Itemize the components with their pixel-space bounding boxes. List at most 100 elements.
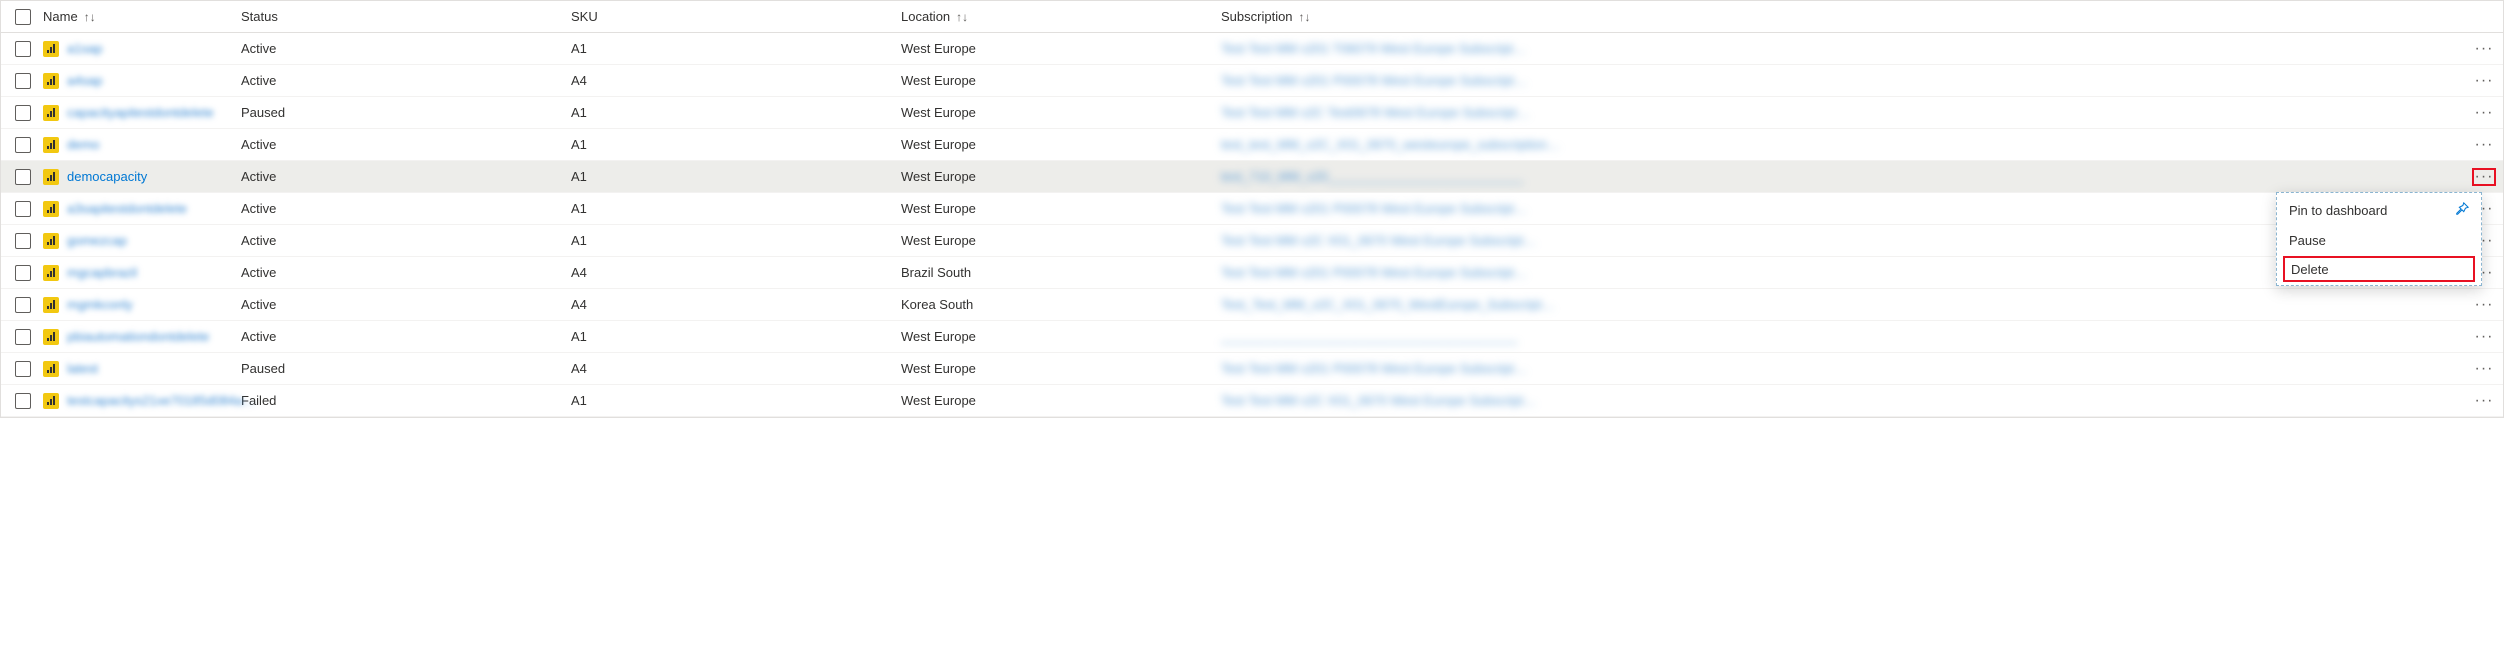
resource-name-link[interactable]: demo [67,137,100,152]
subscription-text: Test Test MM x201 P00078 West Europe Sub… [1221,73,1527,88]
row-status-cell: Active [241,41,571,56]
powerbi-resource-icon [43,265,59,281]
row-name-cell: pbiautomationdontdelete [41,329,241,345]
context-menu-delete[interactable]: Delete [2283,256,2475,282]
row-status-cell: Paused [241,361,571,376]
powerbi-resource-icon [43,137,59,153]
row-checkbox[interactable] [15,265,31,281]
resource-name-link[interactable]: gomezcap [67,233,127,248]
row-checkbox[interactable] [15,297,31,313]
table-row[interactable]: demoActiveA1West Europetest_test_MM_x2C_… [1,129,2503,161]
row-checkbox-cell [5,393,41,409]
row-checkbox[interactable] [15,361,31,377]
resource-name-link[interactable]: testcapacitys21xe70185d084a… [67,393,256,408]
row-actions-button[interactable]: ··· [2475,297,2494,313]
row-actions-button[interactable]: ··· [2475,393,2494,409]
table-row[interactable]: mgmkconlyActiveA4Korea SouthTest_Test_MM… [1,289,2503,321]
row-status-cell: Active [241,201,571,216]
powerbi-resource-icon [43,73,59,89]
subscription-text: Test Test MM x201 P00078 West Europe Sub… [1221,361,1527,376]
context-menu-pause[interactable]: Pause [2277,225,2481,255]
row-context-menu: Pin to dashboard Pause Delete [2276,192,2482,286]
row-status-cell: Active [241,329,571,344]
resource-name-link[interactable]: a1sap [67,41,102,56]
table-row[interactable]: mgcapbrazilActiveA4Brazil SouthTest Test… [1,257,2503,289]
row-status-cell: Active [241,73,571,88]
row-status-cell: Paused [241,105,571,120]
subscription-text: Test Test MM x2C X01_0670 West Europe Su… [1221,233,1536,248]
row-actions-button[interactable]: ··· [2475,329,2494,345]
row-status-cell: Failed [241,393,571,408]
row-name-cell: mgmkconly [41,297,241,313]
row-actions-button[interactable]: ··· [2475,105,2494,121]
table-row[interactable]: a3sapitestdontdeleteActiveA1West EuropeT… [1,193,2503,225]
column-header-location[interactable]: Location ↑↓ [901,9,1221,24]
row-checkbox[interactable] [15,233,31,249]
resource-name-link[interactable]: mgcapbrazil [67,265,137,280]
table-row[interactable]: a4sapActiveA4West EuropeTest Test MM x20… [1,65,2503,97]
subscription-text: Test Test MM x201 P00078 West Europe Sub… [1221,265,1527,280]
context-menu-pin-label: Pin to dashboard [2289,203,2387,218]
column-header-location-label: Location [901,9,950,24]
row-actions-cell: ··· [2469,169,2499,185]
table-row[interactable]: a1sapActiveA1West EuropeTest Test MM x20… [1,33,2503,65]
resource-name-link[interactable]: capacityapitestdontdelete [67,105,214,120]
table-row[interactable]: capacityapitestdontdeletePausedA1West Eu… [1,97,2503,129]
row-checkbox-cell [5,169,41,185]
table-row[interactable]: gomezcapActiveA1West EuropeTest Test MM … [1,225,2503,257]
row-checkbox[interactable] [15,201,31,217]
row-sku-cell: A1 [571,393,901,408]
row-checkbox[interactable] [15,41,31,57]
column-header-status[interactable]: Status [241,9,571,24]
row-actions-cell: ··· [2469,297,2499,313]
row-location-cell: West Europe [901,41,1221,56]
row-location-cell: West Europe [901,393,1221,408]
sort-icon: ↑↓ [84,10,96,24]
subscription-text: Test Test MM x201 T06079 West Europe Sub… [1221,41,1526,56]
table-row[interactable]: democapacityActiveA1West Europetest_710_… [1,161,2503,193]
select-all-checkbox[interactable] [15,9,31,25]
row-status-cell: Active [241,169,571,184]
row-sku-cell: A4 [571,297,901,312]
subscription-text: Test_Test_MM_x2C_X01_0670_WestEurope_Sub… [1221,297,1555,312]
subscription-text: Test Test MM x2C Test0678 West Europe Su… [1221,105,1530,120]
row-actions-button[interactable]: ··· [2475,137,2494,153]
column-header-subscription[interactable]: Subscription ↑↓ [1221,9,2469,24]
powerbi-resource-icon [43,105,59,121]
row-status-cell: Active [241,137,571,152]
row-checkbox[interactable] [15,105,31,121]
row-checkbox[interactable] [15,393,31,409]
resource-name-link[interactable]: democapacity [67,169,147,184]
resource-name-link[interactable]: latest [67,361,98,376]
row-checkbox-cell [5,233,41,249]
table-row[interactable]: latestPausedA4West EuropeTest Test MM x2… [1,353,2503,385]
row-checkbox-cell [5,105,41,121]
row-actions-button[interactable]: ··· [2475,73,2494,89]
row-checkbox[interactable] [15,169,31,185]
pin-icon [2455,202,2469,219]
subscription-text: Test Test MM x201 P00078 West Europe Sub… [1221,201,1527,216]
row-name-cell: demo [41,137,241,153]
row-actions-button[interactable]: ··· [2475,361,2494,377]
resource-name-link[interactable]: a4sap [67,73,102,88]
column-header-name[interactable]: Name ↑↓ [41,9,241,24]
row-actions-button[interactable]: ··· [2475,41,2494,57]
table-row[interactable]: pbiautomationdontdeleteActiveA1West Euro… [1,321,2503,353]
table-row[interactable]: testcapacitys21xe70185d084a…FailedA1West… [1,385,2503,417]
column-header-sku[interactable]: SKU [571,9,901,24]
row-checkbox[interactable] [15,137,31,153]
row-actions-button[interactable]: ··· [2473,169,2496,185]
resource-name-link[interactable]: mgmkconly [67,297,133,312]
row-subscription-cell: test_test_MM_x2C_X01_0670_westeurope_sub… [1221,137,2469,152]
row-checkbox[interactable] [15,73,31,89]
context-menu-pin[interactable]: Pin to dashboard [2277,195,2481,225]
row-checkbox[interactable] [15,329,31,345]
row-name-cell: testcapacitys21xe70185d084a… [41,393,241,409]
resource-name-link[interactable]: a3sapitestdontdelete [67,201,187,216]
resource-name-link[interactable]: pbiautomationdontdelete [67,329,209,344]
row-sku-cell: A1 [571,329,901,344]
column-header-subscription-label: Subscription [1221,9,1293,24]
subscription-text: test_710_MM_x20_________________________… [1221,169,1523,184]
sort-icon: ↑↓ [956,10,968,24]
row-subscription-cell: test_710_MM_x20_________________________… [1221,169,2469,184]
